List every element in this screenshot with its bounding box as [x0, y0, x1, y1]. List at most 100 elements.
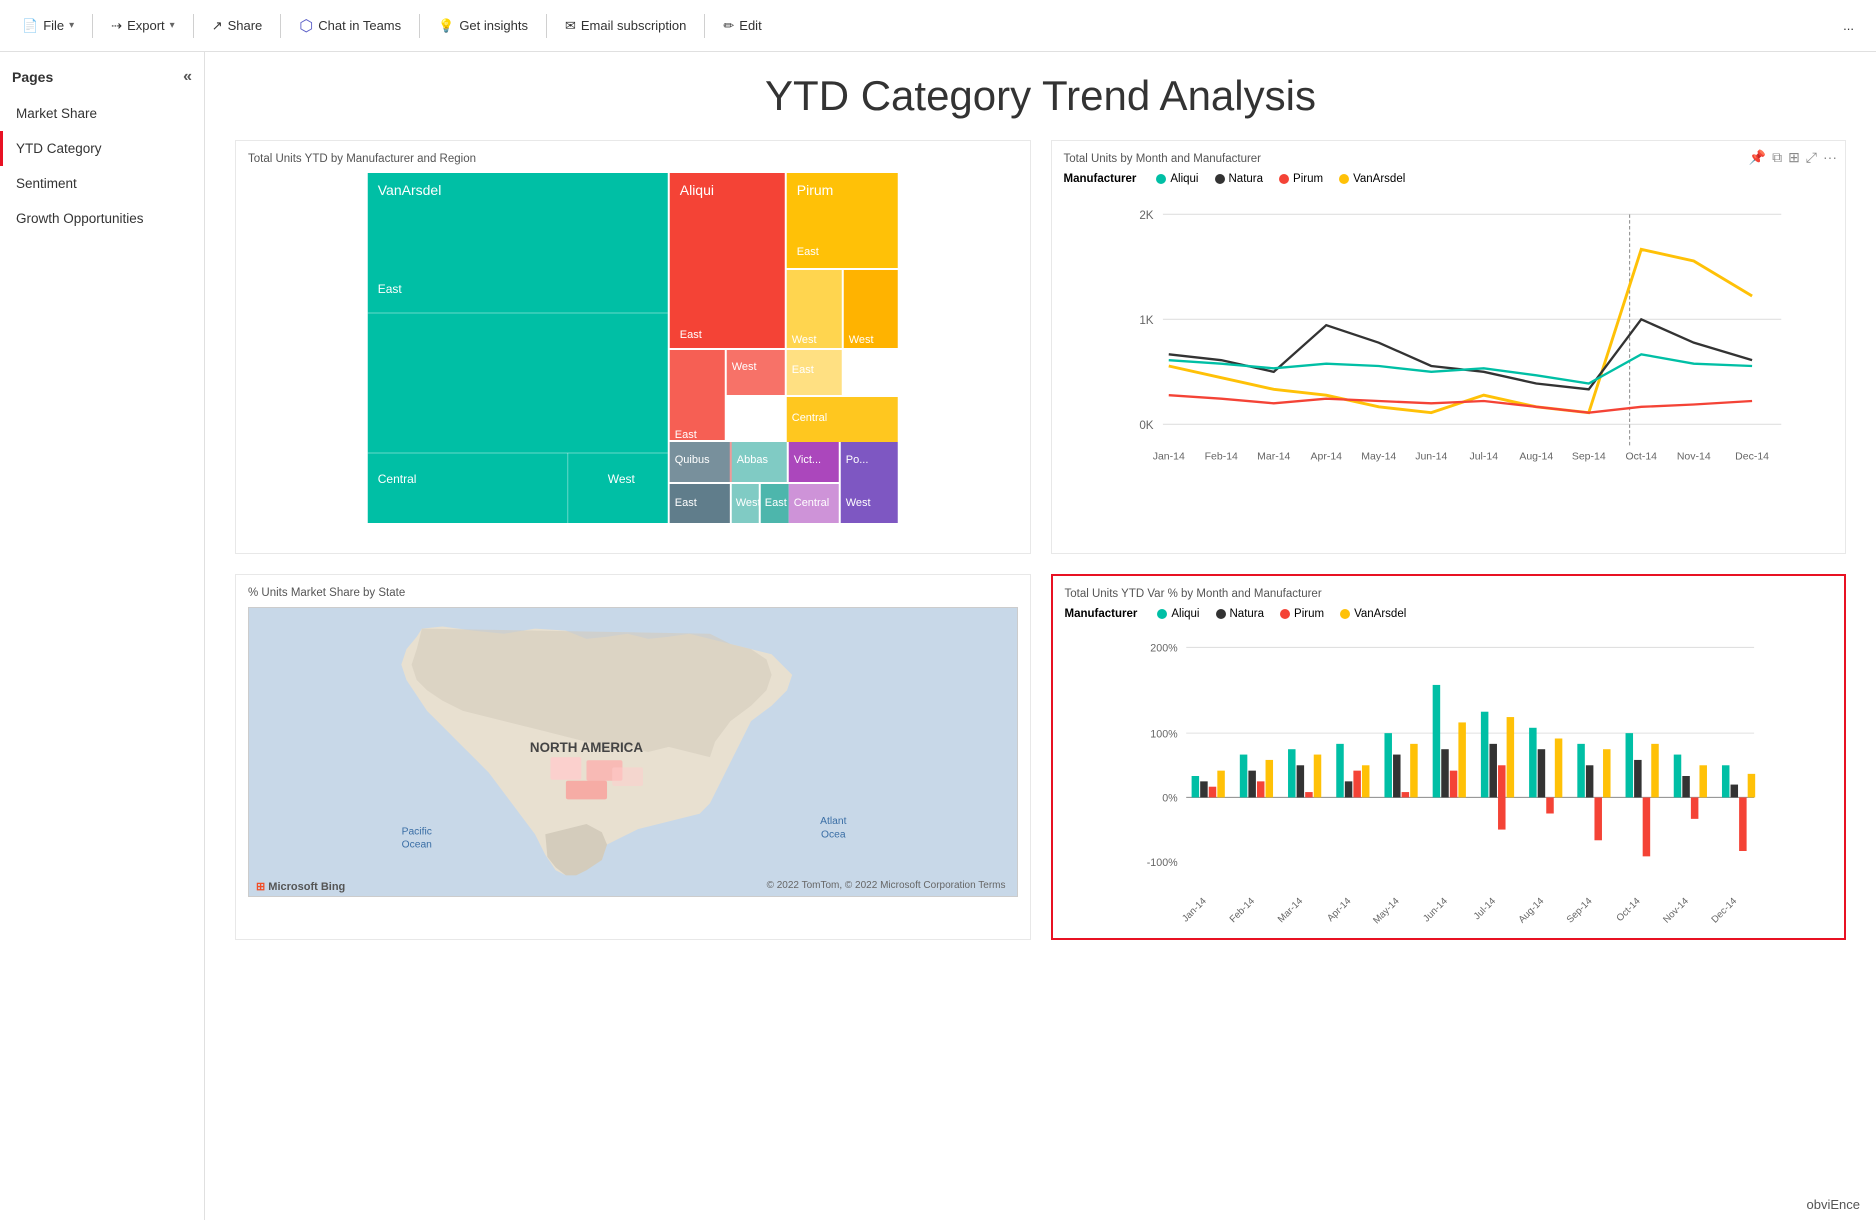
sidebar-item-sentiment[interactable]: Sentiment	[0, 166, 204, 201]
aliqui-label: Aliqui	[1170, 173, 1198, 185]
svg-text:East: East	[765, 497, 787, 509]
sidebar-item-label: Market Share	[16, 106, 97, 121]
barchart-legend-pirum: Pirum	[1280, 608, 1324, 620]
svg-text:Feb-14: Feb-14	[1204, 450, 1237, 462]
pin-icon[interactable]: 📌	[1749, 149, 1766, 166]
sidebar-item-label: Growth Opportunities	[16, 211, 144, 226]
more-button[interactable]: ...	[1833, 12, 1864, 39]
export-button[interactable]: ⇢ Export ▾	[101, 12, 185, 40]
barchart-pirum-dot	[1280, 609, 1290, 619]
linechart-svg: 2K 1K 0K	[1064, 191, 1834, 541]
svg-text:West: West	[849, 334, 874, 346]
sidebar-title: Pages	[12, 69, 53, 85]
file-icon: 📄	[22, 18, 38, 34]
svg-text:Dec-14: Dec-14	[1709, 895, 1739, 925]
page-title: YTD Category Trend Analysis	[235, 72, 1846, 120]
svg-text:Sep-14: Sep-14	[1571, 450, 1605, 462]
insights-label: Get insights	[459, 18, 528, 33]
barchart-legend-aliqui: Aliqui	[1157, 608, 1199, 620]
map-card: % Units Market Share by State	[235, 574, 1031, 940]
svg-text:Jul-14: Jul-14	[1469, 450, 1498, 462]
expand-icon[interactable]: ⤢	[1806, 149, 1817, 166]
legend-manufacturer-label: Manufacturer	[1064, 173, 1137, 185]
treemap-container[interactable]: VanArsdel East Central West	[248, 173, 1018, 523]
more-label: ...	[1843, 18, 1854, 33]
sidebar-item-label: YTD Category	[16, 141, 102, 156]
edit-label: Edit	[739, 18, 761, 33]
svg-text:East: East	[675, 497, 697, 509]
map-svg: NORTH AMERICA Pacific Ocean Atlant Ocea	[249, 608, 1017, 896]
barchart-vanarsdel-label: VanArsdel	[1354, 608, 1406, 620]
natura-dot	[1215, 174, 1225, 184]
svg-text:Po...: Po...	[846, 454, 869, 466]
sidebar-header: Pages «	[0, 64, 204, 96]
pirum-dot	[1279, 174, 1289, 184]
svg-text:VanArsdel: VanArsdel	[378, 182, 442, 198]
email-button[interactable]: ✉ Email subscription	[555, 12, 696, 40]
svg-text:Dec-14: Dec-14	[1735, 450, 1769, 462]
insights-button[interactable]: 💡 Get insights	[428, 12, 538, 40]
barchart-pirum-label: Pirum	[1294, 608, 1324, 620]
barchart-natura-label: Natura	[1230, 608, 1265, 620]
linechart-legend: Manufacturer Aliqui Natura	[1064, 173, 1834, 185]
svg-text:Sep-14: Sep-14	[1564, 895, 1594, 925]
toolbar: 📄 File ▾ ⇢ Export ▾ ↗ Share ⬡ Chat in Te…	[0, 0, 1876, 52]
svg-text:West: West	[732, 361, 757, 373]
linechart-container[interactable]: 2K 1K 0K	[1064, 191, 1834, 541]
sidebar-item-market-share[interactable]: Market Share	[0, 96, 204, 131]
svg-text:0%: 0%	[1162, 793, 1178, 805]
map-footer: ⊞ Microsoft Bing	[256, 880, 345, 893]
vanarsdel-label: VanArsdel	[1353, 173, 1405, 185]
svg-text:Jan-14: Jan-14	[1180, 895, 1209, 924]
svg-text:West: West	[846, 497, 871, 509]
barchart-natura-dot	[1216, 609, 1226, 619]
share-button[interactable]: ↗ Share	[202, 12, 273, 40]
svg-text:Mar-14: Mar-14	[1257, 450, 1290, 462]
barchart-legend-label: Manufacturer	[1065, 608, 1138, 620]
barchart-legend-vanarsdel: VanArsdel	[1340, 608, 1406, 620]
svg-text:Feb-14: Feb-14	[1227, 895, 1257, 925]
email-label: Email subscription	[581, 18, 687, 33]
pirum-label: Pirum	[1293, 173, 1323, 185]
copy-icon[interactable]: ⧉	[1772, 149, 1782, 166]
treemap-svg: VanArsdel East Central West	[248, 173, 1018, 523]
svg-text:East: East	[680, 329, 702, 341]
filter-icon[interactable]: ⊞	[1788, 149, 1800, 166]
email-icon: ✉	[565, 18, 576, 34]
export-icon: ⇢	[111, 18, 122, 34]
chat-teams-button[interactable]: ⬡ Chat in Teams	[289, 10, 411, 42]
file-button[interactable]: 📄 File ▾	[12, 12, 84, 40]
svg-text:Quibus: Quibus	[675, 454, 710, 466]
map-container[interactable]: NORTH AMERICA Pacific Ocean Atlant Ocea	[248, 607, 1018, 897]
treemap-vanarsdel[interactable]	[368, 173, 668, 523]
sep-1	[92, 14, 93, 38]
legend-aliqui: Aliqui	[1156, 173, 1198, 185]
export-chevron: ▾	[170, 20, 175, 31]
svg-text:Nov-14: Nov-14	[1661, 895, 1691, 925]
treemap-aliqui-top[interactable]	[670, 173, 785, 348]
barchart-container[interactable]: 200% 100% 0% -100%	[1065, 626, 1833, 926]
page-content: YTD Category Trend Analysis Total Units …	[205, 52, 1876, 1220]
barchart-legend-natura: Natura	[1216, 608, 1265, 620]
sidebar-collapse-button[interactable]: «	[183, 68, 192, 86]
sidebar: Pages « Market Share YTD Category Sentim…	[0, 52, 205, 1220]
edit-button[interactable]: ✏ Edit	[713, 12, 771, 40]
svg-text:NORTH AMERICA: NORTH AMERICA	[530, 740, 643, 755]
svg-text:0K: 0K	[1139, 419, 1153, 432]
branding-label: obviEnce	[1807, 1197, 1860, 1212]
svg-text:Jan-14: Jan-14	[1152, 450, 1184, 462]
sep-5	[546, 14, 547, 38]
svg-text:West: West	[792, 334, 817, 346]
svg-text:Atlant: Atlant	[820, 816, 846, 827]
sidebar-item-growth-opportunities[interactable]: Growth Opportunities	[0, 201, 204, 236]
sidebar-item-ytd-category[interactable]: YTD Category	[0, 131, 204, 166]
sep-6	[704, 14, 705, 38]
edit-icon: ✏	[723, 18, 734, 34]
svg-text:Oct-14: Oct-14	[1625, 450, 1657, 462]
svg-text:Nov-14: Nov-14	[1676, 450, 1710, 462]
svg-text:Aliqui: Aliqui	[680, 182, 714, 198]
options-icon[interactable]: ···	[1823, 149, 1837, 166]
legend-natura: Natura	[1215, 173, 1264, 185]
svg-text:May-14: May-14	[1371, 895, 1402, 926]
barchart-vanarsdel-dot	[1340, 609, 1350, 619]
